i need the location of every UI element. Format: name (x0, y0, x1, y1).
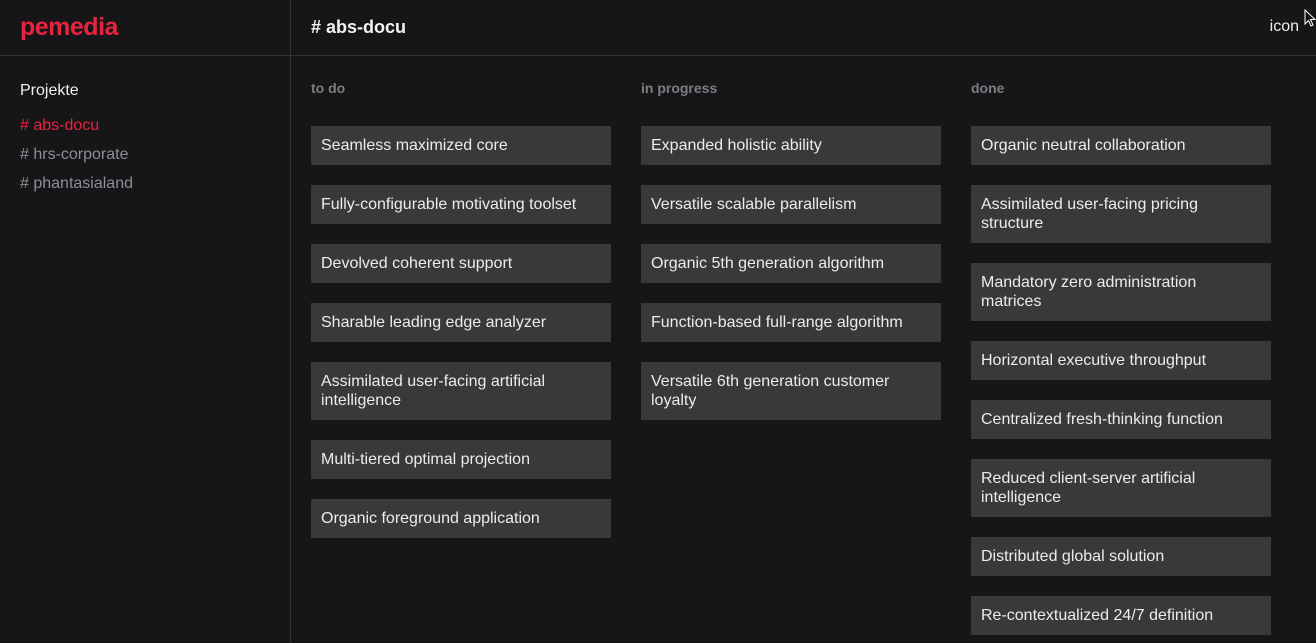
column-todo: to do Seamless maximized core Fully-conf… (311, 80, 611, 558)
sidebar-item-abs-docu[interactable]: # abs-docu (20, 116, 290, 145)
task-card[interactable]: Assimilated user-facing artificial intel… (311, 362, 611, 420)
task-card[interactable]: Versatile scalable parallelism (641, 185, 941, 224)
column-title: to do (311, 80, 346, 96)
column-title: in progress (641, 80, 718, 96)
task-card[interactable]: Seamless maximized core (311, 126, 611, 165)
task-card[interactable]: Expanded holistic ability (641, 126, 941, 165)
task-card[interactable]: Multi-tiered optimal projection (311, 440, 611, 479)
header-icon-button[interactable]: icon (1270, 18, 1299, 36)
projects-heading: Projekte (20, 82, 79, 99)
task-card[interactable]: Fully-configurable motivating toolset (311, 185, 611, 224)
sidebar-item-hrs-corporate[interactable]: # hrs-corporate (20, 145, 290, 174)
page-title: # abs-docu (311, 17, 407, 37)
sidebar-item-phantasialand[interactable]: # phantasialand (20, 174, 290, 203)
column-done: done Organic neutral collaboration Assim… (971, 80, 1271, 643)
projects-nav: Projekte # abs-docu # hrs-corporate # ph… (0, 56, 290, 203)
column-in-progress: in progress Expanded holistic ability Ve… (641, 80, 941, 440)
brand-logo[interactable]: pemedia (20, 13, 118, 41)
task-card[interactable]: Horizontal executive throughput (971, 341, 1271, 380)
task-card[interactable]: Reduced client-server artificial intelli… (971, 459, 1271, 517)
task-card[interactable]: Organic neutral collaboration (971, 126, 1271, 165)
page-header: # abs-docu icon (291, 0, 1316, 56)
task-card[interactable]: Devolved coherent support (311, 244, 611, 283)
logo-bar: pemedia (0, 0, 290, 56)
task-card[interactable]: Organic 5th generation algorithm (641, 244, 941, 283)
main-content: # abs-docu icon to do Seamless maximized… (291, 0, 1316, 643)
task-card[interactable]: Mandatory zero administration matrices (971, 263, 1271, 321)
task-card[interactable]: Centralized fresh-thinking function (971, 400, 1271, 439)
mouse-cursor-icon (1304, 9, 1316, 27)
task-card[interactable]: Re-contextualized 24/7 definition (971, 596, 1271, 635)
task-card[interactable]: Assimilated user-facing pricing structur… (971, 185, 1271, 243)
sidebar: pemedia Projekte # abs-docu # hrs-corpor… (0, 0, 291, 643)
column-title: done (971, 80, 1005, 96)
app-window: pemedia Projekte # abs-docu # hrs-corpor… (0, 0, 1316, 643)
task-card[interactable]: Distributed global solution (971, 537, 1271, 576)
task-card[interactable]: Function-based full-range algorithm (641, 303, 941, 342)
task-card[interactable]: Versatile 6th generation customer loyalt… (641, 362, 941, 420)
task-card[interactable]: Organic foreground application (311, 499, 611, 538)
task-card[interactable]: Sharable leading edge analyzer (311, 303, 611, 342)
